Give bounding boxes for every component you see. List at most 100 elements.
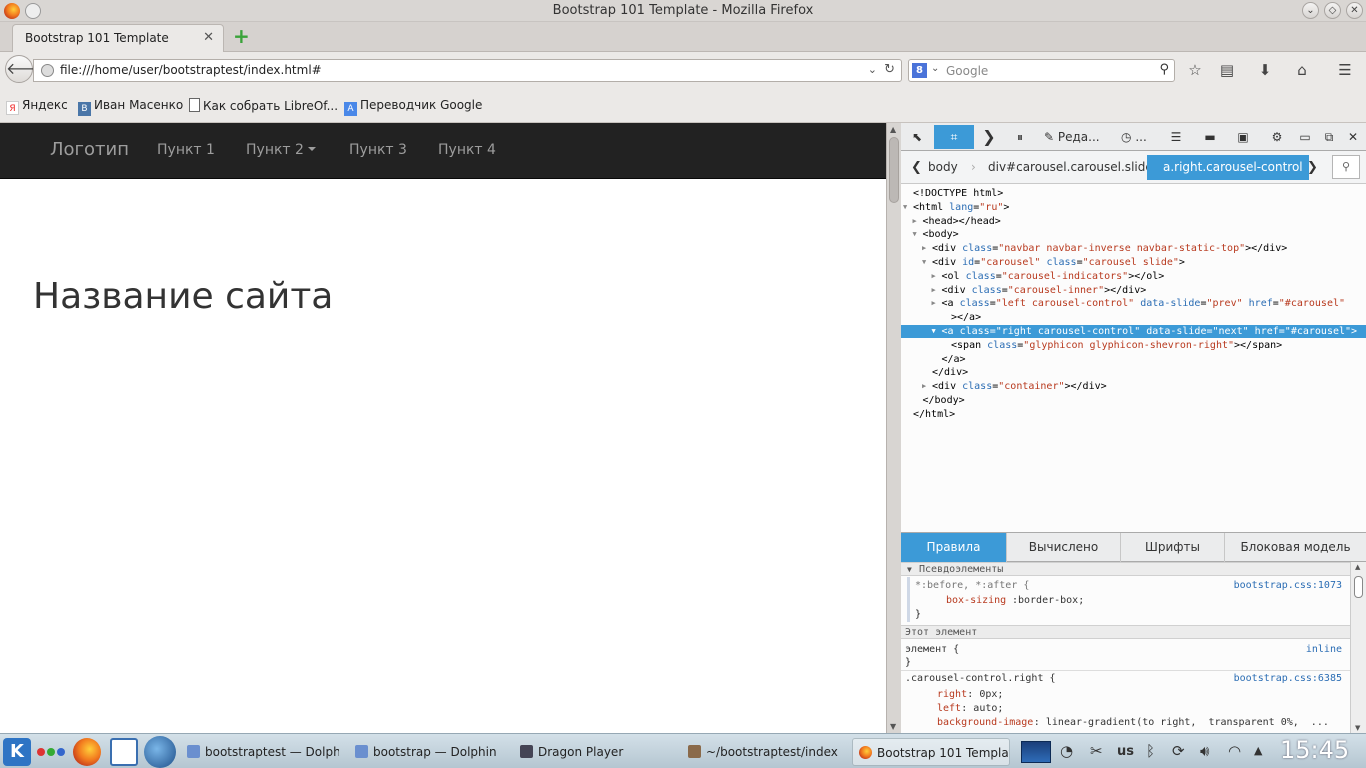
tab-rules[interactable]: Правила: [901, 533, 1007, 562]
task-firefox[interactable]: Bootstrap 101 Template: [852, 738, 1010, 766]
tab-close-icon[interactable]: ✕: [203, 30, 214, 45]
network-manager-icon[interactable]: ◔: [1060, 742, 1073, 760]
css-value[interactable]: linear-gradient(to right, transparent 0%…: [1046, 716, 1329, 730]
breadcrumb-body[interactable]: body: [928, 160, 958, 174]
home-icon[interactable]: ⌂: [1292, 60, 1312, 80]
markup-node[interactable]: ▼ <body>: [901, 228, 1366, 241]
file-manager-launcher-icon[interactable]: [110, 738, 138, 766]
scroll-down-icon[interactable]: ▼: [890, 722, 896, 731]
menu-item-1[interactable]: Пункт 1: [157, 142, 215, 158]
expanded-twisty-icon[interactable]: ▼: [903, 201, 907, 214]
element-rule-selector[interactable]: элемент {inline: [901, 643, 1350, 657]
bluetooth-icon[interactable]: ᛒ: [1146, 742, 1155, 760]
carousel-rule-source-link[interactable]: bootstrap.css:6385: [1234, 672, 1342, 686]
tab-computed[interactable]: Вычислено: [1007, 533, 1121, 562]
detach-window-icon[interactable]: ⧉: [1319, 128, 1339, 146]
expanded-twisty-icon[interactable]: ▼: [922, 256, 926, 269]
search-input[interactable]: Google: [946, 64, 988, 78]
screenshot-icon[interactable]: ▣: [1233, 128, 1253, 146]
collapsed-twisty-icon[interactable]: ▶: [922, 242, 926, 255]
css-property[interactable]: right: [937, 688, 967, 702]
css-value[interactable]: 0px;: [979, 688, 1003, 702]
download-icon[interactable]: ⬇: [1255, 60, 1275, 80]
google-icon[interactable]: 8: [912, 63, 927, 78]
minimize-button[interactable]: ⌄: [1302, 2, 1319, 19]
rules-scrollbar[interactable]: ▲ ▼: [1350, 562, 1366, 733]
bookmark-translate[interactable]: A Переводчик Google: [344, 98, 482, 116]
markup-node[interactable]: </div>: [901, 366, 1366, 379]
inspector-tab-icon[interactable]: ⌗: [934, 125, 974, 149]
css-property[interactable]: background-image: [937, 716, 1033, 730]
breadcrumb-back-icon[interactable]: ❮: [911, 160, 922, 175]
markup-node[interactable]: </a>: [901, 353, 1366, 366]
url-input[interactable]: file:///home/user/bootstraptest/index.ht…: [60, 63, 322, 77]
wifi-icon[interactable]: ◠: [1228, 742, 1241, 760]
task-dragon-player[interactable]: Dragon Player: [520, 738, 670, 766]
menu-icon[interactable]: ☰: [1335, 60, 1355, 80]
new-tab-icon[interactable]: +: [233, 26, 250, 46]
volume-icon[interactable]: 🔊︎: [1200, 742, 1209, 760]
markup-node[interactable]: ▼ <a class="right carousel-control" data-…: [901, 325, 1366, 338]
bookmark-libreoffice[interactable]: Как собрать LibreOf...: [189, 98, 338, 113]
tab-bootstrap[interactable]: Bootstrap 101 Template ✕: [12, 24, 224, 53]
activities-icon[interactable]: [37, 738, 67, 766]
tray-expand-icon[interactable]: ▲: [1254, 744, 1262, 757]
pseudo-elements-header[interactable]: ▼ Псевдоэлементы: [901, 562, 1350, 576]
collapsed-twisty-icon[interactable]: ▶: [932, 270, 936, 283]
clock[interactable]: 15:45: [1280, 736, 1349, 764]
markup-node[interactable]: ▼ <html lang="ru">: [901, 201, 1366, 214]
kde-menu-icon[interactable]: K: [3, 738, 31, 766]
task-bootstrap-dolphin[interactable]: bootstrap — Dolphin: [355, 738, 505, 766]
bookmark-vk[interactable]: B Иван Масенко: [78, 98, 183, 116]
tab-fonts[interactable]: Шрифты: [1121, 533, 1225, 562]
markup-node[interactable]: ▶ <ol class="carousel-indicators"></ol>: [901, 270, 1366, 283]
breadcrumb-forward-icon[interactable]: ❯: [1307, 160, 1318, 175]
rules-scroll-thumb[interactable]: [1354, 576, 1363, 598]
element-rule-source[interactable]: inline: [1306, 643, 1342, 657]
performance-tab[interactable]: ◷ ...: [1121, 128, 1161, 146]
collapsed-twisty-icon[interactable]: ▶: [932, 284, 936, 297]
menu-item-4[interactable]: Пункт 4: [438, 142, 496, 158]
scrollbar-thumb[interactable]: [889, 137, 899, 203]
markup-view[interactable]: <!DOCTYPE html> ▼ <html lang="ru"> ▶ <head><…: [901, 184, 1366, 532]
responsive-mode-icon[interactable]: ▬: [1200, 128, 1220, 146]
back-button[interactable]: 🡐: [5, 55, 49, 83]
site-brand-link[interactable]: Логотип: [50, 139, 129, 160]
scroll-down-icon[interactable]: ▼: [1355, 724, 1360, 732]
dolphin-launcher-icon[interactable]: [144, 736, 176, 768]
firefox-launcher-icon[interactable]: [73, 738, 101, 766]
pick-element-icon[interactable]: ⬉: [907, 128, 927, 146]
markup-search-icon[interactable]: ⚲: [1332, 155, 1360, 179]
markup-node[interactable]: ▶ <div class="container"></div>: [901, 380, 1366, 393]
devtools-close-icon[interactable]: ✕: [1343, 128, 1363, 146]
dock-bottom-icon[interactable]: ▭: [1295, 128, 1315, 146]
task-bootstraptest-dolphin[interactable]: bootstraptest — Dolphin: [187, 738, 339, 766]
markup-node[interactable]: </html>: [901, 408, 1366, 421]
markup-node[interactable]: ▼ <div id="carousel" class="carousel slid…: [901, 256, 1366, 269]
css-declaration[interactable]: left: auto;: [901, 702, 1350, 716]
css-declaration[interactable]: right:0px;: [901, 688, 1350, 702]
markup-node[interactable]: ></a>: [901, 311, 1366, 324]
markup-node[interactable]: ▶ <div class="navbar navbar-inverse navba…: [901, 242, 1366, 255]
engine-dropdown-icon[interactable]: ⌄: [931, 63, 939, 74]
network-tab-icon[interactable]: ☰: [1166, 128, 1186, 146]
expanded-twisty-icon[interactable]: ▼: [913, 228, 917, 241]
css-property[interactable]: left: [937, 702, 961, 716]
scroll-up-icon[interactable]: ▲: [890, 125, 896, 134]
markup-node[interactable]: </body>: [901, 394, 1366, 407]
pseudo-rule-source-link[interactable]: bootstrap.css:1073: [1234, 579, 1342, 593]
bookmark-star-icon[interactable]: ☆: [1185, 60, 1205, 80]
collapsed-twisty-icon[interactable]: ▶: [913, 215, 917, 228]
markup-node[interactable]: ▶ <a class="left carousel-control" data-s…: [901, 297, 1366, 310]
markup-node[interactable]: <!DOCTYPE html>: [901, 187, 1366, 200]
css-value[interactable]: auto;: [973, 702, 1003, 716]
style-editor-tab[interactable]: ✎ Реда...: [1044, 128, 1114, 146]
markup-node[interactable]: <span class="glyphicon glyphicon-shevron…: [901, 339, 1366, 352]
carousel-rule-selector[interactable]: .carousel-control.right {bootstrap.css:6…: [901, 672, 1350, 686]
klipper-scissors-icon[interactable]: ✂: [1090, 742, 1103, 760]
page-scrollbar[interactable]: ▲ ▼: [886, 123, 901, 733]
tab-box-model[interactable]: Блоковая модель: [1225, 533, 1366, 562]
url-bar[interactable]: file:///home/user/bootstraptest/index.ht…: [33, 59, 902, 82]
expanded-twisty-icon[interactable]: ▼: [932, 325, 936, 338]
menu-item-3[interactable]: Пункт 3: [349, 142, 407, 158]
